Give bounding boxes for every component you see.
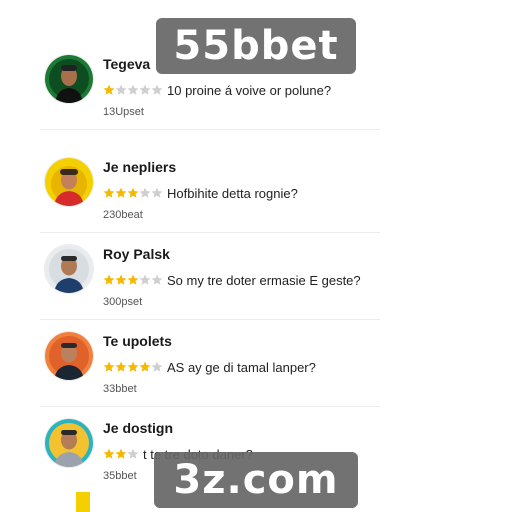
star-rating	[103, 274, 163, 286]
star-rating	[103, 84, 163, 96]
avatar[interactable]	[45, 332, 93, 380]
review-item[interactable]: Roy Palsk So my tre doter ermasie E gest…	[40, 232, 380, 320]
man-avatar-icon	[45, 245, 93, 293]
star-empty-icon	[151, 361, 163, 373]
reviewer-name: Tegeva	[103, 56, 151, 72]
star-filled-icon	[115, 448, 127, 460]
man-avatar-icon	[45, 332, 93, 380]
watermark-bottom: 3z.com	[154, 452, 358, 508]
rating-line: So my tre doter ermasie E geste?	[103, 272, 361, 288]
avatar[interactable]	[45, 158, 93, 206]
man-avatar-icon	[45, 55, 93, 103]
review-page: Tegeva 10 proine á voive or polune? 13Up…	[0, 0, 512, 512]
review-question: So my tre doter ermasie E geste?	[167, 272, 361, 288]
star-rating	[103, 187, 163, 199]
star-filled-icon	[127, 361, 139, 373]
star-filled-icon	[103, 187, 115, 199]
reviewer-name: Je dostign	[103, 420, 174, 436]
rating-line: 10 proine á voive or polune?	[103, 82, 331, 98]
star-filled-icon	[103, 84, 115, 96]
man-avatar-icon	[45, 419, 93, 467]
reviewer-name: Je nepliers	[103, 159, 177, 175]
star-empty-icon	[127, 84, 139, 96]
review-item[interactable]: Te upolets AS ay ge di tamal lanper? 33b…	[40, 319, 380, 407]
star-rating	[103, 361, 163, 373]
star-filled-icon	[139, 361, 151, 373]
star-rating	[103, 448, 139, 460]
avatar[interactable]	[45, 245, 93, 293]
review-list: Tegeva 10 proine á voive or polune? 13Up…	[0, 0, 512, 512]
star-empty-icon	[151, 274, 163, 286]
star-filled-icon	[103, 448, 115, 460]
star-filled-icon	[115, 187, 127, 199]
rating-line: Hofbihite detta rognie?	[103, 185, 298, 201]
rating-line: AS ay ge di tamal lanper?	[103, 359, 316, 375]
review-meta: 35bbet	[103, 470, 137, 482]
watermark-top: 55bbet	[156, 18, 356, 74]
accent-bar	[76, 492, 90, 512]
star-empty-icon	[139, 84, 151, 96]
star-empty-icon	[139, 187, 151, 199]
star-empty-icon	[151, 187, 163, 199]
avatar[interactable]	[45, 55, 93, 103]
man-avatar-icon	[45, 158, 93, 206]
star-filled-icon	[103, 274, 115, 286]
star-empty-icon	[115, 84, 127, 96]
divider	[40, 129, 380, 130]
avatar[interactable]	[45, 419, 93, 467]
star-empty-icon	[139, 274, 151, 286]
reviewer-name: Te upolets	[103, 333, 172, 349]
review-meta: 300pset	[103, 296, 143, 308]
review-question: AS ay ge di tamal lanper?	[167, 359, 316, 375]
review-meta: 33bbet	[103, 383, 137, 395]
star-filled-icon	[103, 361, 115, 373]
review-item[interactable]: Je nepliers Hofbihite detta rognie? 230b…	[40, 145, 380, 233]
review-question: Hofbihite detta rognie?	[167, 185, 298, 201]
review-meta: 230beat	[103, 209, 143, 221]
star-filled-icon	[115, 361, 127, 373]
review-question: 10 proine á voive or polune?	[167, 82, 332, 98]
star-filled-icon	[127, 274, 139, 286]
star-empty-icon	[151, 84, 163, 96]
star-empty-icon	[127, 448, 139, 460]
review-meta: 13Upset	[103, 106, 144, 118]
reviewer-name: Roy Palsk	[103, 246, 170, 262]
star-filled-icon	[127, 187, 139, 199]
star-filled-icon	[115, 274, 127, 286]
